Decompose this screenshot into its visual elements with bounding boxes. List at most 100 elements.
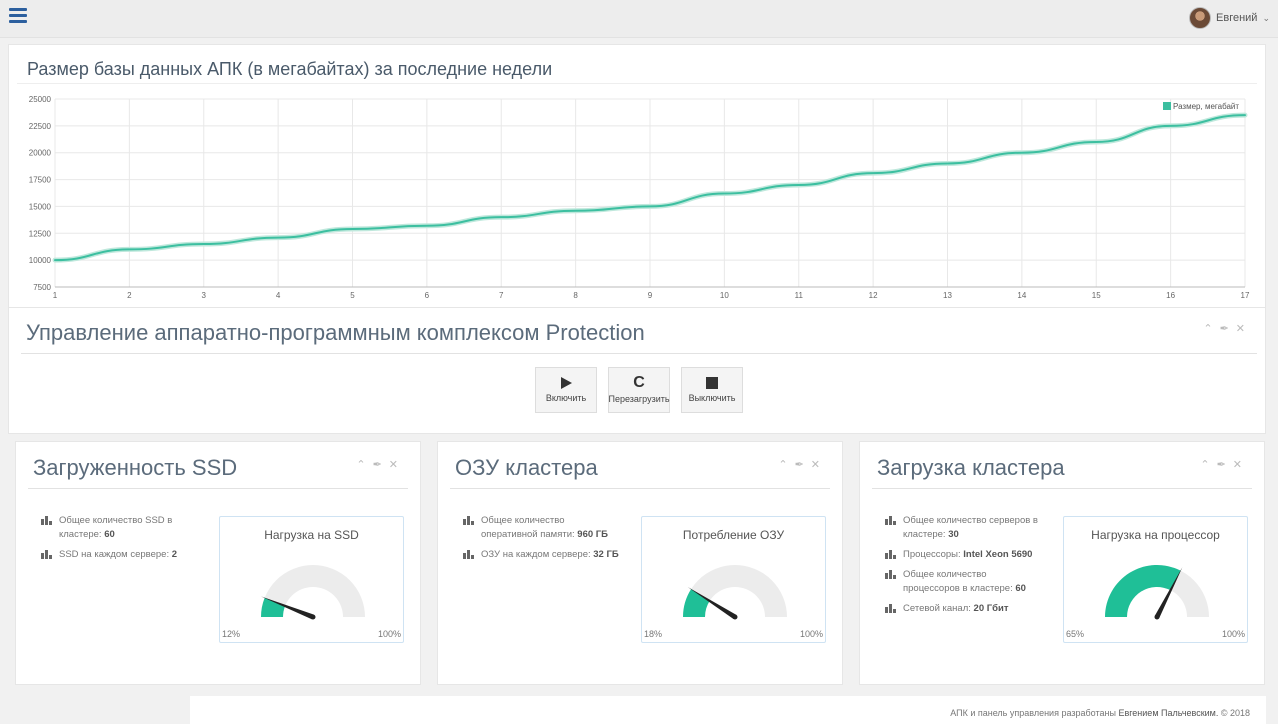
info-value: 960 ГБ [577,529,609,540]
list-item: Общее количество оперативной памяти: 960… [463,514,623,542]
y-tick-label: 7500 [33,283,51,292]
line-chart: 7500 10000 12500 15000 17500 20000 22500 25000 1… [29,95,1250,300]
y-tick-label: 15000 [29,202,52,211]
ram-card: ОЗУ кластера ⌃ ✒ ✕ Общее количество опер… [437,441,843,685]
card-title: ОЗУ кластера [455,455,598,480]
gauge-dial [260,565,365,620]
info-value: 32 ГБ [593,549,619,560]
y-tick-label: 12500 [29,229,52,238]
menu-icon[interactable] [9,8,27,23]
control-buttons: Включить C Перезагрузить Выключить [535,367,743,413]
control-panel: Управление аппаратно-программным комплек… [8,308,1266,434]
info-label: ОЗУ на каждом сервере: [481,549,594,560]
card-title: Загруженность SSD [33,455,238,480]
info-value: 20 Гбит [973,603,1009,614]
card-tools: ⌃ ✒ ✕ [778,458,820,471]
list-item: Сетевой канал: 20 Гбит [885,602,1045,616]
wrench-icon[interactable]: ✒ [373,458,382,471]
info-label: Общее количество процессоров в кластере: [903,569,1016,594]
close-icon[interactable]: ✕ [1233,458,1242,471]
cpu-gauge: Нагрузка на процессор 65% 100% [1063,516,1248,643]
footer-prefix: АПК и панель управления разработаны [950,708,1119,718]
wrench-icon[interactable]: ✒ [795,458,804,471]
card-tools: ⌃ ✒ ✕ [1200,458,1242,471]
info-label: SSD на каждом сервере: [59,549,172,560]
collapse-icon[interactable]: ⌃ [1203,322,1212,335]
top-bar: Евгений ⌄ [0,0,1278,38]
footer: АПК и панель управления разработаны Евге… [190,696,1266,724]
x-tick-label: 13 [943,291,952,300]
legend-swatch [1163,102,1171,110]
user-name[interactable]: Евгений [1216,12,1257,24]
close-icon[interactable]: ✕ [811,458,820,471]
bar-chart-icon [41,550,53,559]
card-title: Загрузка кластера [877,455,1065,480]
chevron-down-icon[interactable]: ⌄ [1262,13,1270,24]
gauge-dial [683,565,787,620]
x-tick-label: 2 [127,291,132,300]
avatar[interactable] [1189,7,1212,29]
bar-chart-icon [41,516,53,525]
bar-chart-icon [885,570,897,579]
gauge-min-label: 18% [644,629,663,639]
info-value: 60 [1015,583,1026,594]
list-item: Общее количество процессоров в кластере:… [885,568,1045,596]
divider [872,488,1252,489]
list-item: Общее количество серверов в кластере: 30 [885,514,1045,542]
restart-label: Перезагрузить [608,394,670,404]
gauge-pivot [1154,614,1160,620]
bar-chart-icon [463,550,475,559]
bar-chart-icon [885,550,897,559]
y-tick-label: 22500 [29,122,52,131]
x-tick-label: 6 [425,291,430,300]
list-item: ОЗУ на каждом сервере: 32 ГБ [463,548,623,562]
panel-tools: ⌃ ✒ ✕ [1203,322,1245,335]
x-tick-label: 12 [869,291,878,300]
info-label: Общее количество SSD в кластере: [59,515,173,540]
ssd-gauge: Нагрузка на SSD 12% 100% [219,516,404,643]
gauge-min-label: 65% [1066,629,1085,639]
gauge-max-label: 100% [1221,629,1245,639]
power-off-label: Выключить [688,393,736,403]
play-icon [560,377,572,389]
x-tick-label: 11 [795,291,804,300]
footer-text: АПК и панель управления разработаны Евге… [950,708,1250,718]
footer-suffix: © 2018 [1218,708,1250,718]
ram-gauge: Потребление ОЗУ 18% 100% [641,516,826,643]
divider [450,488,830,489]
wrench-icon[interactable]: ✒ [1217,458,1226,471]
power-off-button[interactable]: Выключить [681,367,743,413]
list-item: SSD на каждом сервере: 2 [41,548,201,562]
info-list: Общее количество оперативной памяти: 960… [463,514,623,568]
gauge-min-label: 12% [222,629,241,639]
x-tick-label: 5 [350,291,355,300]
y-tick-label: 17500 [29,176,52,185]
close-icon[interactable]: ✕ [1236,322,1245,335]
restart-button[interactable]: C Перезагрузить [608,367,670,413]
x-tick-label: 1 [53,291,58,300]
collapse-icon[interactable]: ⌃ [1200,458,1209,471]
gauge-pivot [732,614,738,620]
bar-chart-icon [885,516,897,525]
y-tick-label: 20000 [29,149,52,158]
gauge-max-label: 100% [377,629,401,639]
wrench-icon[interactable]: ✒ [1220,322,1229,335]
y-tick-label: 10000 [29,256,52,265]
x-tick-label: 8 [573,291,578,300]
control-title: Управление аппаратно-программным комплек… [26,320,645,345]
list-item: Общее количество SSD в кластере: 60 [41,514,201,542]
cpu-card: Загрузка кластера ⌃ ✒ ✕ Общее количество… [859,441,1265,685]
info-label: Общее количество оперативной памяти: [481,515,578,540]
info-value: 2 [171,549,178,560]
db-size-chart-panel: Размер базы данных АПК (в мегабайтах) за… [8,44,1266,308]
collapse-icon[interactable]: ⌃ [356,458,365,471]
info-label: Процессоры: [903,549,964,560]
divider [21,353,1257,354]
close-icon[interactable]: ✕ [389,458,398,471]
user-menu[interactable]: Евгений ⌄ [1189,7,1270,29]
collapse-icon[interactable]: ⌃ [778,458,787,471]
power-on-button[interactable]: Включить [535,367,597,413]
x-tick-label: 14 [1017,291,1026,300]
info-label: Сетевой канал: [903,603,974,614]
restart-icon: C [633,374,645,391]
